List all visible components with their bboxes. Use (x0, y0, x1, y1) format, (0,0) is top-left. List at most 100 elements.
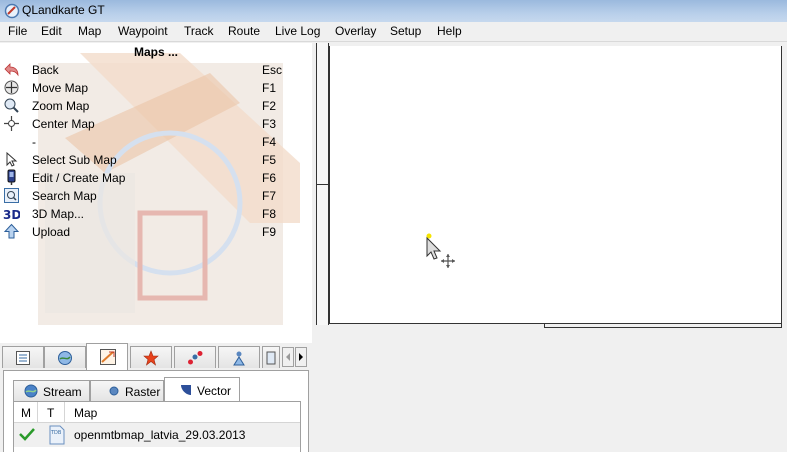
tdb-file-icon: TDB (48, 425, 66, 449)
menu-edit[interactable]: Edit (41, 24, 62, 38)
move-cursor-icon (426, 233, 455, 268)
action-shortcut: F2 (262, 99, 277, 113)
action-label: Search Map (32, 189, 97, 203)
tdb-type-label: TDB (50, 430, 62, 436)
action-shortcut: F4 (262, 135, 277, 149)
map-left-divider (317, 184, 329, 185)
vector-map-table: M T Map TDB openmtbmap_latvia_29.03.2013 (13, 401, 301, 452)
action-separator[interactable]: - F4 (0, 133, 312, 151)
center-icon (4, 116, 19, 131)
action-back[interactable]: Back Esc (0, 61, 312, 79)
tab-geo[interactable] (44, 346, 86, 368)
action-label: Select Sub Map (32, 153, 117, 167)
menu-live-log[interactable]: Live Log (275, 24, 320, 38)
globe-icon (58, 351, 72, 365)
action-upload[interactable]: Upload F9 (0, 223, 312, 241)
overflow-icon (266, 351, 276, 365)
back-arrow-icon (4, 63, 19, 77)
action-label: Back (32, 63, 59, 77)
route-icon (188, 351, 203, 365)
tab-waypoints[interactable] (130, 346, 172, 368)
action-center-map[interactable]: Center Map F3 (0, 115, 312, 133)
zoom-icon (4, 98, 19, 113)
title-bar: QLandkarte GT (0, 0, 787, 22)
action-shortcut: F9 (262, 225, 277, 239)
action-shortcut: F6 (262, 171, 277, 185)
svg-text:3D: 3D (3, 208, 20, 222)
column-header-m[interactable]: M (14, 402, 38, 423)
tab-overflow[interactable] (262, 346, 280, 368)
action-label: Center Map (32, 117, 95, 131)
action-label: 3D Map... (32, 207, 85, 221)
action-label: Zoom Map (32, 99, 90, 113)
select-icon (6, 151, 18, 167)
menu-track[interactable]: Track (184, 24, 214, 38)
map-view[interactable] (316, 43, 787, 452)
menu-file[interactable]: File (8, 24, 27, 38)
menu-route[interactable]: Route (228, 24, 260, 38)
action-shortcut: F3 (262, 117, 277, 131)
tab-workspace[interactable] (2, 346, 44, 368)
chevron-left-icon (286, 353, 290, 361)
raster-icon (109, 386, 119, 396)
map-canvas[interactable] (329, 46, 782, 324)
action-select-sub-map[interactable]: Select Sub Map F5 (0, 151, 312, 169)
map-actions-panel: Maps ... Back Esc Move Map F1 Zoom Map F… (0, 43, 312, 343)
action-zoom-map[interactable]: Zoom Map F2 (0, 97, 312, 115)
menu-overlay[interactable]: Overlay (335, 24, 376, 38)
action-label: Move Map (32, 81, 89, 95)
menu-map[interactable]: Map (78, 24, 101, 38)
tab-maps[interactable] (86, 343, 128, 370)
chevron-right-icon (299, 353, 303, 361)
menu-bar: File Edit Map Waypoint Track Route Live … (0, 22, 787, 42)
check-icon[interactable] (19, 427, 35, 451)
table-header: M T Map (14, 402, 300, 423)
action-label: Edit / Create Map (32, 171, 126, 185)
menu-help[interactable]: Help (437, 24, 462, 38)
column-header-map[interactable]: Map (65, 402, 300, 423)
toolbox-tabbar (0, 343, 312, 370)
stream-icon (24, 384, 38, 398)
subtab-label: Stream (43, 385, 82, 399)
move-icon (4, 80, 19, 95)
app-icon (4, 3, 20, 19)
upload-icon (3, 223, 20, 239)
map-scale-line (544, 324, 782, 328)
panel-header: Maps ... (134, 45, 179, 59)
action-label: Upload (32, 225, 71, 239)
map-icon (100, 349, 116, 365)
action-label: - (32, 135, 36, 149)
action-move-map[interactable]: Move Map F1 (0, 79, 312, 97)
table-row[interactable]: TDB openmtbmap_latvia_29.03.2013 (14, 423, 300, 447)
action-shortcut: F7 (262, 189, 277, 203)
list-icon (16, 351, 30, 365)
action-3d-map[interactable]: 3D 3D Map... F8 (0, 205, 312, 223)
action-edit-create-map[interactable]: Edit / Create Map F6 (0, 169, 312, 187)
tab-scroll-right-button[interactable] (295, 347, 307, 367)
action-shortcut: Esc (262, 63, 283, 77)
tab-scroll-left-button[interactable] (282, 347, 294, 367)
menu-waypoint[interactable]: Waypoint (118, 24, 168, 38)
action-search-map[interactable]: Search Map F7 (0, 187, 312, 205)
search-map-icon (4, 188, 19, 203)
subtab-label: Raster (125, 385, 161, 399)
person-icon (233, 351, 245, 366)
edit-map-icon (7, 169, 16, 185)
subtab-vector[interactable]: Vector (164, 377, 240, 402)
subtab-stream[interactable]: Stream (13, 380, 90, 401)
3d-icon: 3D (3, 208, 20, 222)
subtab-raster[interactable]: Raster (90, 380, 164, 401)
action-shortcut: F8 (262, 207, 277, 221)
column-header-t[interactable]: T (38, 402, 65, 423)
vector-icon (181, 385, 191, 395)
menu-setup[interactable]: Setup (390, 24, 421, 38)
window-title: QLandkarte GT (22, 3, 105, 17)
action-shortcut: F5 (262, 153, 277, 167)
maps-panel: Stream Raster Vector M T Map TDB openmtb… (3, 370, 309, 452)
star-icon (143, 350, 159, 366)
map-name: openmtbmap_latvia_29.03.2013 (74, 428, 246, 442)
subtab-label: Vector (197, 384, 232, 398)
tab-tracks[interactable] (174, 346, 216, 368)
action-shortcut: F1 (262, 81, 277, 95)
tab-live-log[interactable] (218, 346, 260, 368)
